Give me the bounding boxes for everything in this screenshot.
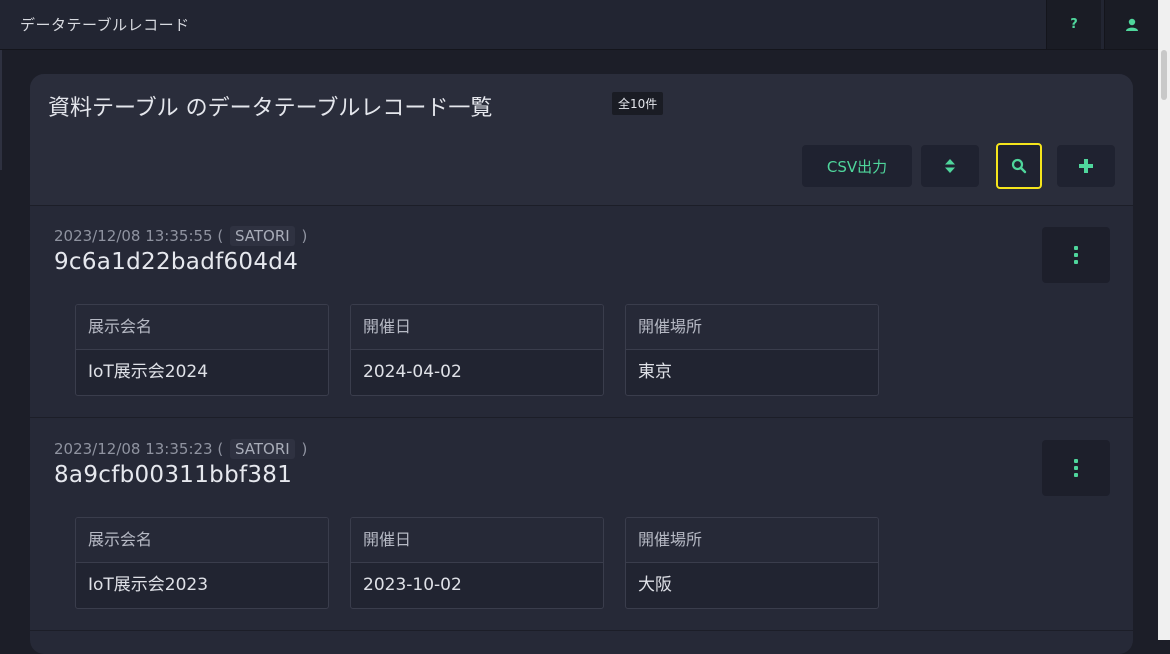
user-icon [1126,18,1138,31]
csv-export-button[interactable]: CSV出力 [802,145,912,187]
panel-title: 資料テーブル のデータテーブルレコード一覧 [48,96,493,121]
record-menu-button[interactable] [1042,440,1110,496]
help-icon: ? [1070,17,1078,32]
field-value: IoT展示会2024 [88,362,209,382]
record-item: 2023/12/08 13:35:55 ( SATORI ) 9c6a1d22b… [30,205,1133,418]
record-meta: 2023/12/08 13:35:55 ( SATORI ) [54,226,308,246]
plus-icon [1079,159,1093,173]
scrollbar[interactable] [1158,0,1170,640]
field-label: 開催日 [351,518,603,563]
field-label: 展示会名 [76,305,328,350]
field-exhibition-name: 展示会名 IoT展示会2023 [75,517,329,609]
field-exhibition-name: 展示会名 IoT展示会2024 [75,304,329,396]
record-timestamp: 2023/12/08 13:35:55 ( [54,227,224,245]
record-timestamp: 2023/12/08 13:35:23 ( [54,440,224,458]
record-meta-close: ) [301,440,308,458]
field-label: 開催日 [351,305,603,350]
field-value: 2024-04-02 [363,362,462,382]
page-title: データテーブルレコード [20,16,190,34]
record-count-badge: 全10件 [612,92,664,115]
record-id[interactable]: 8a9cfb00311bbf381 [54,462,292,488]
field-label: 開催場所 [626,518,878,563]
sort-button[interactable] [921,145,979,187]
panel-header: 資料テーブル のデータテーブルレコード一覧 全10件 CSV出力 [30,74,1133,206]
field-venue: 開催場所 東京 [625,304,879,396]
record-user[interactable]: SATORI [230,439,295,459]
left-edge [0,50,2,170]
kebab-menu-icon [1074,246,1078,264]
field-value: 2023-10-02 [363,575,462,595]
field-value: 東京 [638,362,672,382]
field-label: 開催場所 [626,305,878,350]
field-event-date: 開催日 2023-10-02 [350,517,604,609]
csv-export-label: CSV出力 [826,157,888,176]
field-value: 大阪 [638,575,672,595]
kebab-menu-icon [1074,459,1078,477]
scrollbar-thumb[interactable] [1161,50,1167,100]
field-value: IoT展示会2023 [88,575,209,595]
record-meta: 2023/12/08 13:35:23 ( SATORI ) [54,439,308,459]
record-user[interactable]: SATORI [230,226,295,246]
add-record-button[interactable] [1057,145,1115,187]
search-button[interactable] [996,143,1042,189]
user-button[interactable] [1104,0,1159,49]
help-button[interactable]: ? [1046,0,1101,49]
field-label: 展示会名 [76,518,328,563]
top-bar: データテーブルレコード ? [0,0,1159,50]
record-menu-button[interactable] [1042,227,1110,283]
record-meta-close: ) [301,227,308,245]
records-panel: 資料テーブル のデータテーブルレコード一覧 全10件 CSV出力 2023/12… [30,74,1133,654]
field-venue: 開催場所 大阪 [625,517,879,609]
record-item: 2023/12/08 13:35:23 ( SATORI ) 8a9cfb003… [30,418,1133,631]
search-icon [1011,158,1027,174]
sort-icon [945,159,955,173]
record-id[interactable]: 9c6a1d22badf604d4 [54,249,298,275]
field-event-date: 開催日 2024-04-02 [350,304,604,396]
